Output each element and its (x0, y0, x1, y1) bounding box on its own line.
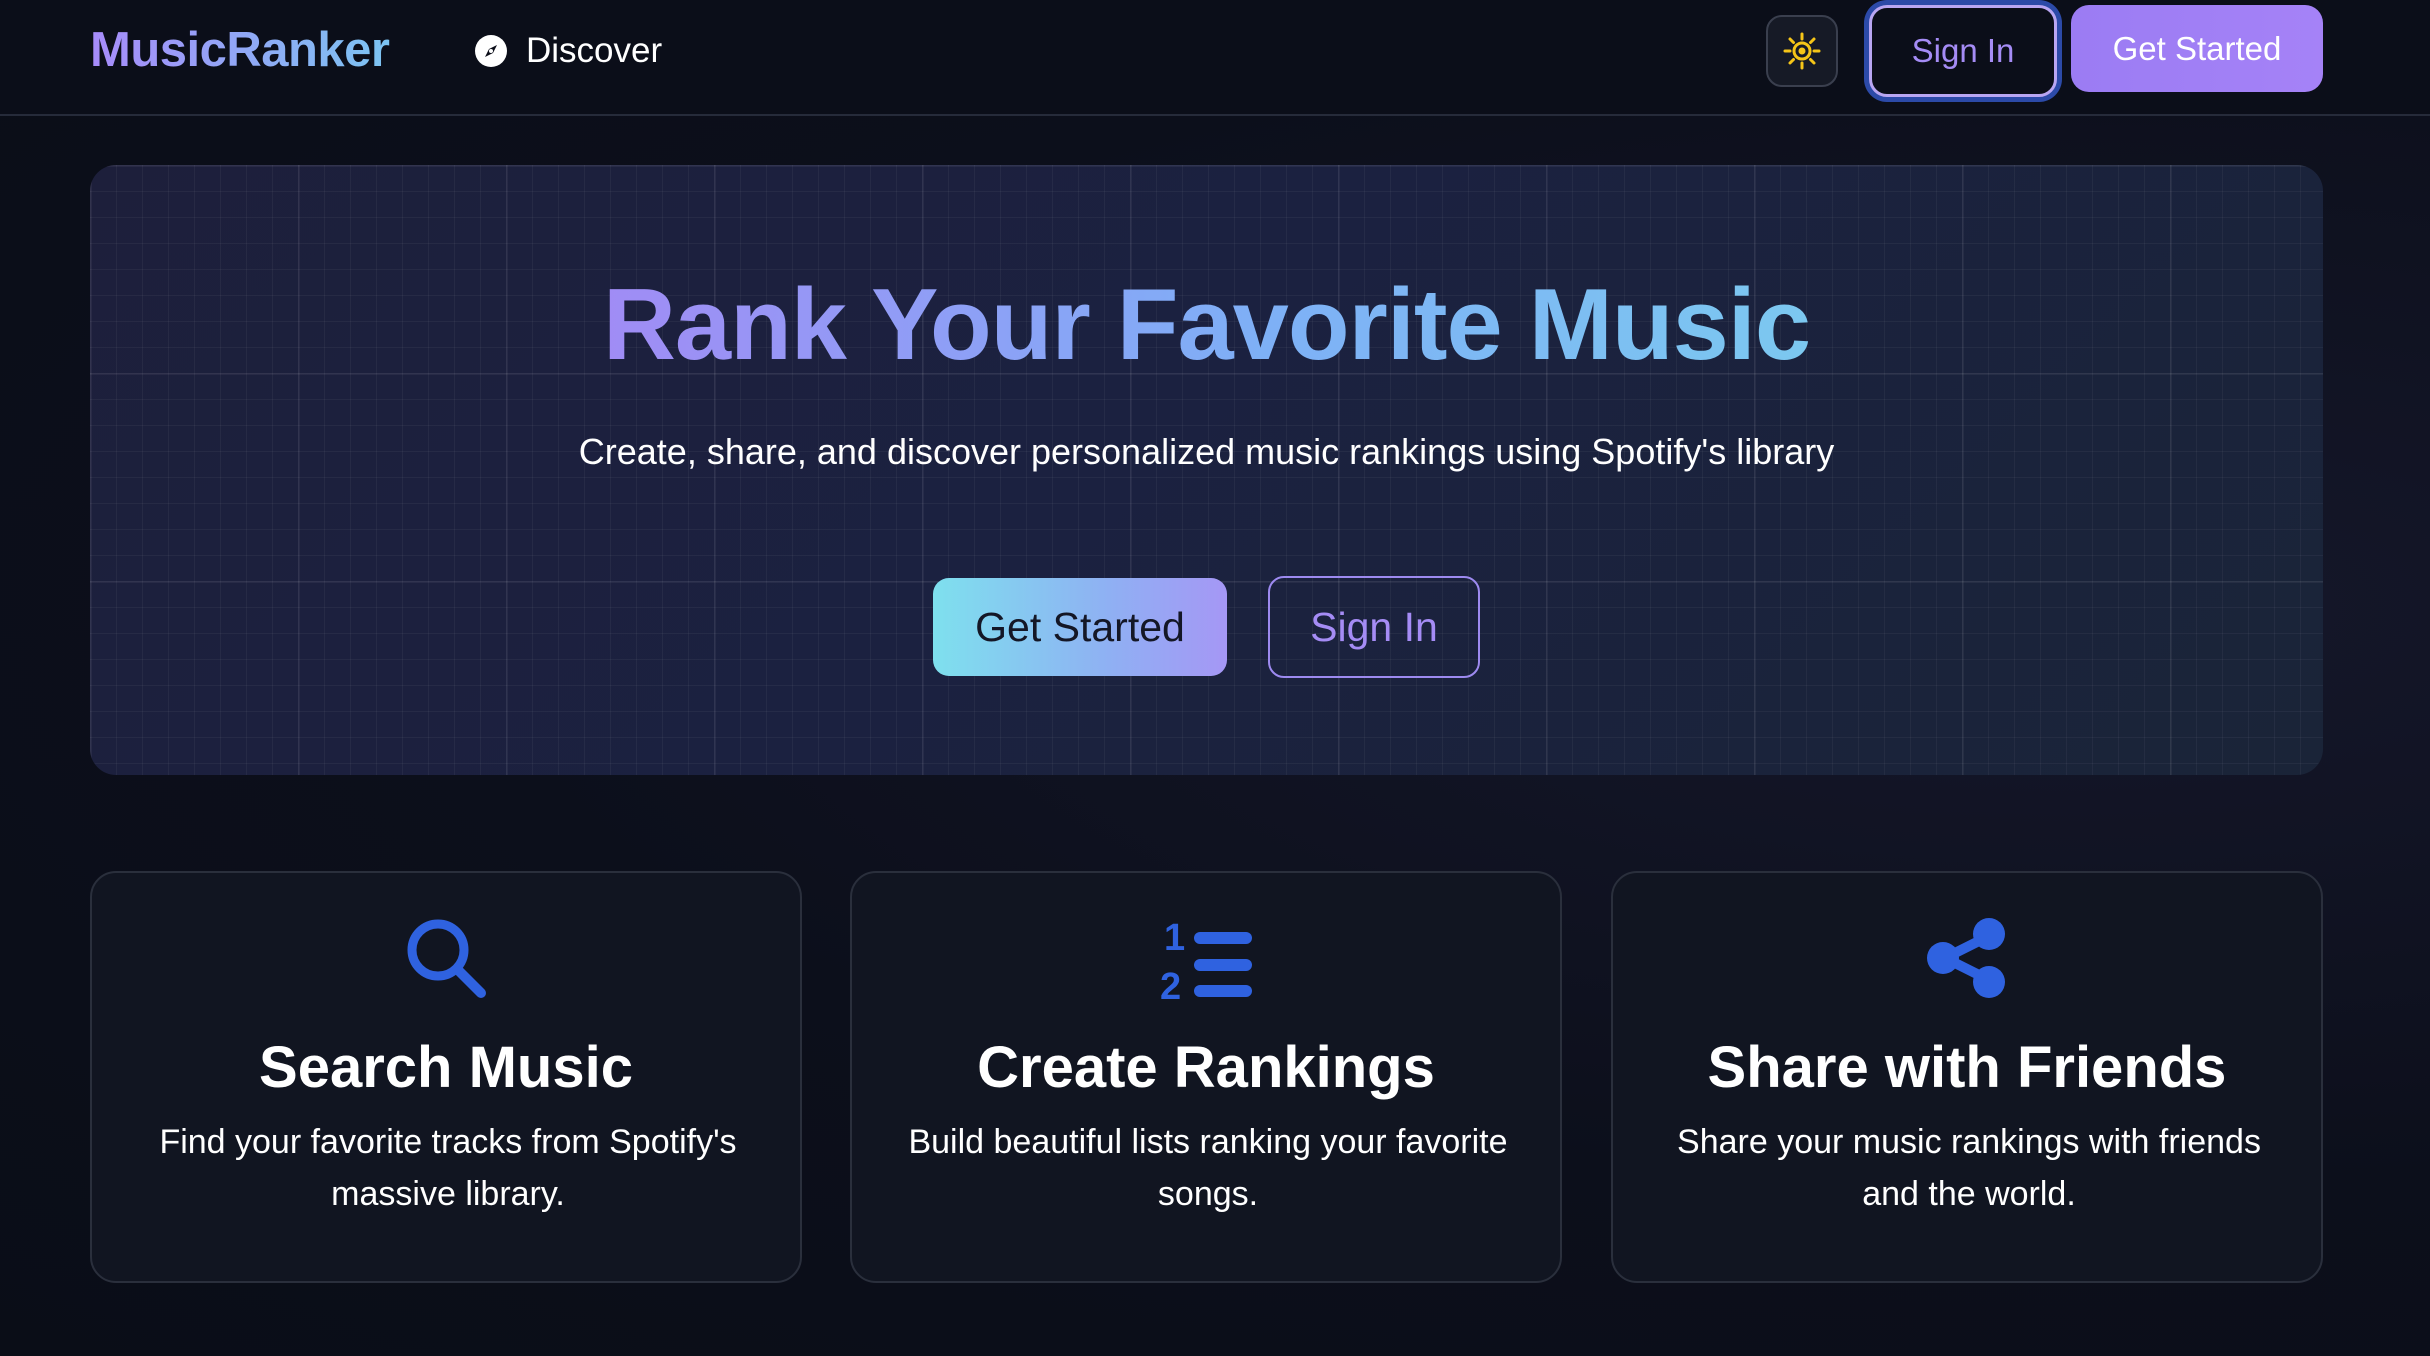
top-navbar: MusicRanker Discover Sign In Get Started (0, 0, 2430, 116)
feature-card-share: Share with Friends Share your music rank… (1611, 871, 2323, 1283)
hero-title: Rank Your Favorite Music (90, 265, 2323, 385)
nav-discover-link[interactable]: Discover (474, 26, 662, 76)
header-get-started-button[interactable]: Get Started (2071, 5, 2323, 92)
svg-text:2: 2 (1160, 966, 1181, 1008)
feature-description: Share your music rankings with friends a… (1677, 1123, 2261, 1213)
hero-sign-in-button[interactable]: Sign In (1268, 576, 1480, 678)
header-sign-in-button[interactable]: Sign In (1869, 5, 2057, 97)
feature-description: Build beautiful lists ranking your favor… (908, 1123, 1508, 1213)
numbered-list-icon: 1 2 (1160, 917, 1252, 1008)
sun-icon (1783, 32, 1821, 70)
brand-logo[interactable]: MusicRanker (90, 20, 390, 80)
compass-icon (475, 35, 507, 67)
page: MusicRanker Discover Sign In Get Started… (0, 0, 2430, 1356)
feature-card-rankings: 1 2 Create Rankings Build beautiful list… (850, 871, 1562, 1283)
search-icon (407, 919, 486, 998)
hero-get-started-button[interactable]: Get Started (933, 578, 1227, 676)
hero-banner: Rank Your Favorite Music Create, share, … (90, 165, 2323, 775)
svg-text:1: 1 (1164, 917, 1185, 959)
feature-title: Create Rankings (977, 1035, 1435, 1100)
feature-card-search: Search Music Find your favorite tracks f… (90, 871, 802, 1283)
feature-description: Find your favorite tracks from Spotify's… (159, 1123, 737, 1213)
hero-title-text: Rank Your Favorite Music (602, 269, 1811, 381)
feature-title: Share with Friends (1707, 1035, 2227, 1100)
feature-icon-wrap (92, 908, 800, 1018)
feature-icon-wrap: 1 2 (852, 908, 1560, 1018)
share-icon (1927, 918, 2005, 998)
feature-title: Search Music (259, 1035, 633, 1100)
hero-subtitle: Create, share, and discover personalized… (578, 431, 1835, 472)
nav-discover-label: Discover (526, 31, 663, 70)
theme-toggle-button[interactable] (1766, 15, 1838, 87)
feature-icon-wrap (1613, 908, 2321, 1018)
